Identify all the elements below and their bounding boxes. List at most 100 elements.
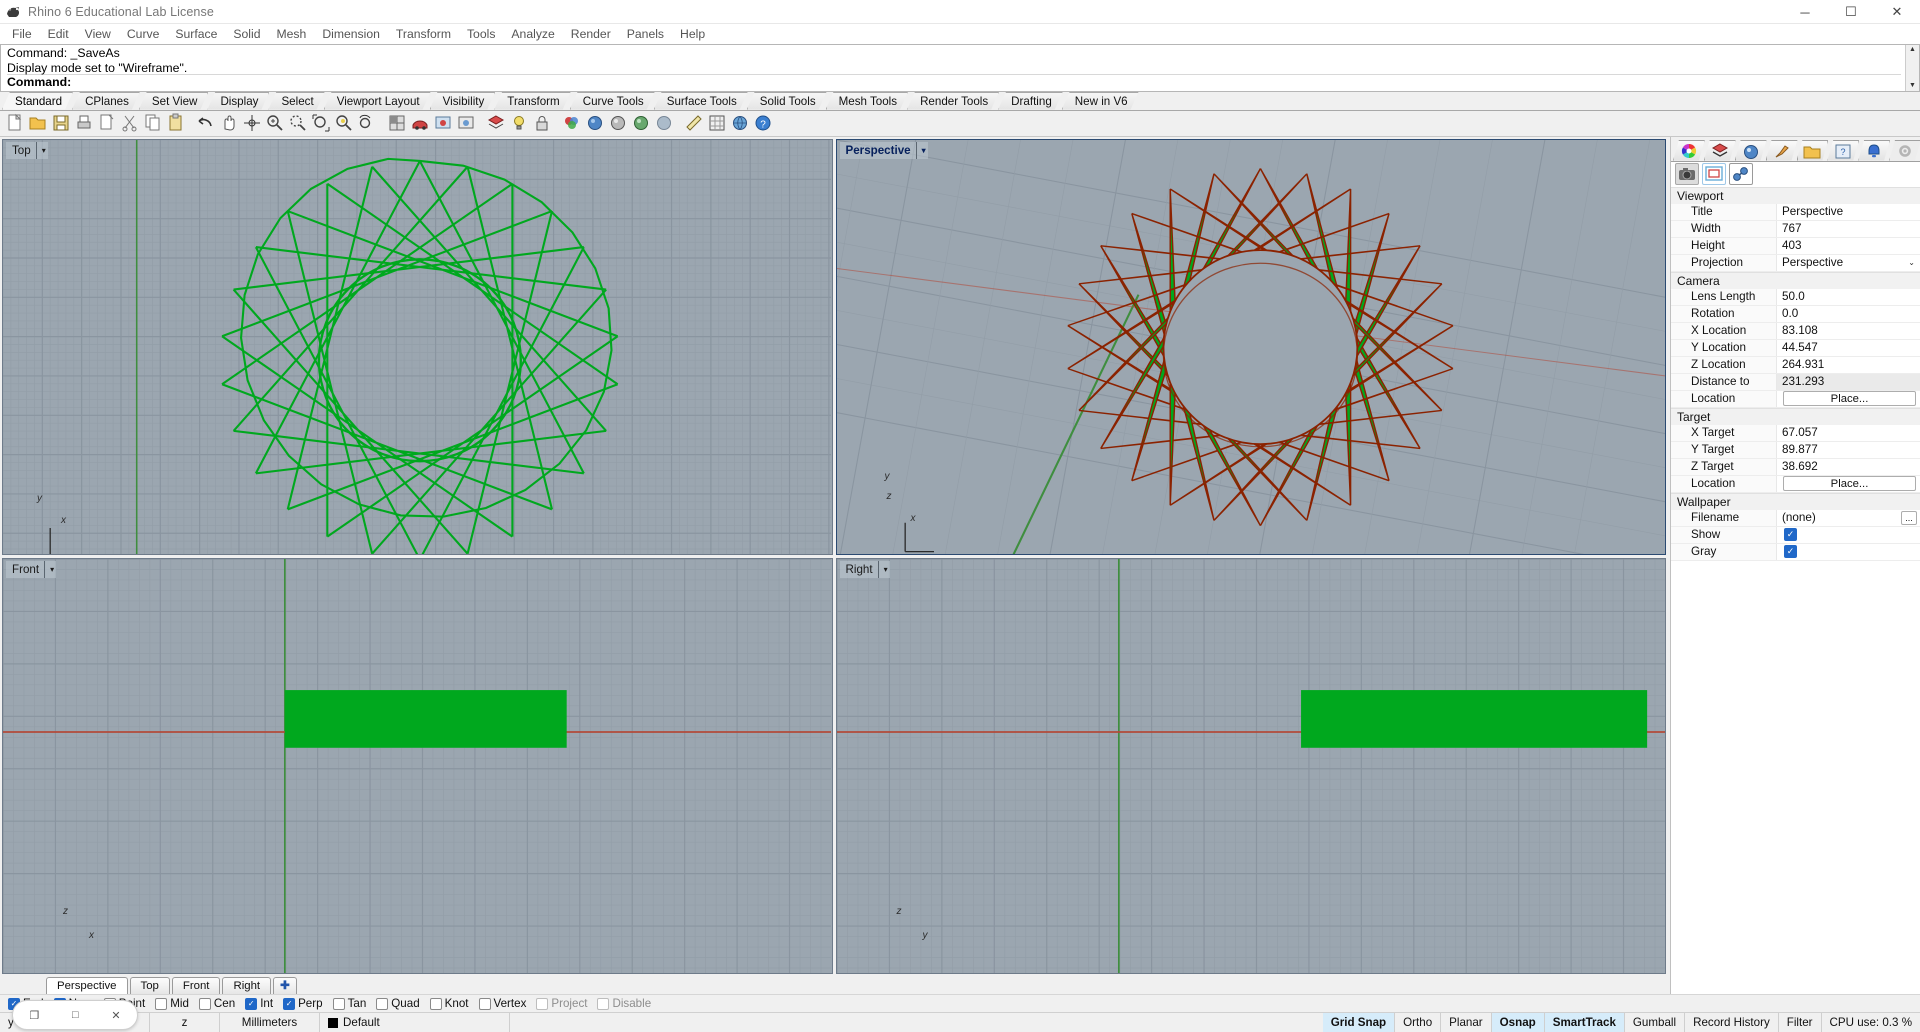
- status-toggle-smarttrack[interactable]: SmartTrack: [1544, 1013, 1625, 1032]
- chevron-down-icon[interactable]: ▾: [44, 560, 54, 578]
- viewport-perspective-label[interactable]: Perspective ▾: [839, 141, 928, 159]
- command-prompt-input[interactable]: Command:: [7, 75, 1901, 90]
- menu-item-edit[interactable]: Edit: [40, 25, 77, 43]
- scroll-down-icon[interactable]: ▼: [1909, 81, 1916, 91]
- panel-row-value[interactable]: Perspective ⌄: [1777, 254, 1920, 271]
- browse-file-button[interactable]: ...: [1901, 511, 1917, 525]
- panel-row-value[interactable]: 0.0: [1777, 305, 1920, 322]
- viewport-tab-right[interactable]: Right: [222, 977, 272, 994]
- globe-icon[interactable]: [729, 112, 751, 134]
- grid-snap-icon[interactable]: [706, 112, 728, 134]
- menu-item-view[interactable]: View: [77, 25, 119, 43]
- osnap-checkbox-tan[interactable]: [332, 997, 345, 1010]
- osnap-project[interactable]: Project: [536, 997, 587, 1010]
- toolbar-tab-transform[interactable]: Transform: [494, 92, 570, 110]
- menu-item-help[interactable]: Help: [672, 25, 713, 43]
- zoom-selected-icon[interactable]: [333, 112, 355, 134]
- osnap-checkbox-perp[interactable]: [283, 997, 296, 1010]
- sphere-shaded-icon[interactable]: [607, 112, 629, 134]
- toolbar-tab-drafting[interactable]: Drafting: [998, 92, 1063, 110]
- maximize-button[interactable]: ☐: [1828, 0, 1874, 24]
- place-button[interactable]: Place...: [1783, 476, 1916, 491]
- menu-item-render[interactable]: Render: [563, 25, 619, 43]
- toolbar-tab-set-view[interactable]: Set View: [139, 92, 209, 110]
- status-toggle-ortho[interactable]: Ortho: [1395, 1013, 1442, 1032]
- zoom-previous-icon[interactable]: [356, 112, 378, 134]
- chevron-down-icon[interactable]: ▾: [877, 560, 888, 578]
- sphere-blue-icon[interactable]: [584, 112, 606, 134]
- panel-row-value[interactable]: 89.877: [1777, 441, 1920, 458]
- toolbar-tab-cplanes[interactable]: CPlanes: [72, 92, 140, 110]
- menu-item-curve[interactable]: Curve: [119, 25, 168, 43]
- osnap-checkbox-knot[interactable]: [429, 997, 442, 1010]
- render-car-icon[interactable]: [409, 112, 431, 134]
- toolbar-tab-viewport-layout[interactable]: Viewport Layout: [324, 92, 431, 110]
- panel-row-value[interactable]: Perspective: [1777, 203, 1920, 220]
- viewport-tab-perspective[interactable]: Perspective: [46, 977, 128, 994]
- floating-taskbar-widget[interactable]: ❐ □ ✕: [12, 1000, 138, 1030]
- menu-item-mesh[interactable]: Mesh: [269, 25, 315, 43]
- panel-row-value[interactable]: 767: [1777, 220, 1920, 237]
- panel-row-value[interactable]: 44.547: [1777, 339, 1920, 356]
- layer-color-swatch[interactable]: [328, 1017, 338, 1028]
- toolbar-tab-surface-tools[interactable]: Surface Tools: [654, 92, 748, 110]
- menu-item-surface[interactable]: Surface: [167, 25, 225, 43]
- panel-row-value[interactable]: 50.0: [1777, 288, 1920, 305]
- viewport-perspective[interactable]: z x y Perspective ▾: [835, 138, 1666, 555]
- copy-to-clipboard-icon[interactable]: [96, 112, 118, 134]
- osnap-quad[interactable]: Quad: [376, 997, 420, 1010]
- osnap-vertex[interactable]: Vertex: [478, 997, 526, 1010]
- viewport-front[interactable]: z x Front ▾: [2, 557, 833, 974]
- panel-tab-notifications-bell[interactable]: [1858, 140, 1890, 161]
- panel-tab-layers[interactable]: [1704, 140, 1736, 161]
- menu-item-dimension[interactable]: Dimension: [314, 25, 388, 43]
- zoom-in-icon[interactable]: [264, 112, 286, 134]
- widget-close-icon[interactable]: ✕: [111, 1009, 120, 1022]
- sphere-ghosted-icon[interactable]: [653, 112, 675, 134]
- command-scrollbar[interactable]: ▲ ▼: [1905, 45, 1919, 91]
- osnap-checkbox-cen[interactable]: [198, 997, 211, 1010]
- panel-tab-properties-color-wheel[interactable]: [1673, 140, 1705, 161]
- panel-tab-render-brush[interactable]: [1766, 140, 1798, 161]
- panel-tab-panel-settings-gear[interactable]: [1889, 140, 1920, 161]
- osnap-checkbox-disable[interactable]: [597, 997, 610, 1010]
- rotate-view-icon[interactable]: [241, 112, 263, 134]
- panel-tab-help-panel[interactable]: ?: [1827, 140, 1859, 161]
- lock-icon[interactable]: [531, 112, 553, 134]
- chevron-down-icon[interactable]: ▾: [915, 141, 926, 159]
- units-indicator[interactable]: Millimeters: [220, 1013, 320, 1032]
- viewport-tab-top[interactable]: Top: [129, 977, 170, 994]
- status-toggle-record-history[interactable]: Record History: [1685, 1013, 1779, 1032]
- status-toggle-gumball[interactable]: Gumball: [1625, 1013, 1686, 1032]
- status-toggle-osnap[interactable]: Osnap: [1491, 1013, 1545, 1032]
- menu-item-file[interactable]: File: [4, 25, 40, 43]
- copy-icon[interactable]: [142, 112, 164, 134]
- viewport-top[interactable]: y x Top ▾: [2, 138, 833, 555]
- cut-scissors-icon[interactable]: [119, 112, 141, 134]
- pan-hand-icon[interactable]: [218, 112, 240, 134]
- new-file-icon[interactable]: [4, 112, 26, 134]
- panel-row-value[interactable]: 264.931: [1777, 356, 1920, 373]
- menu-item-analyze[interactable]: Analyze: [503, 25, 562, 43]
- close-button[interactable]: ✕: [1874, 0, 1920, 24]
- toolbar-tab-render-tools[interactable]: Render Tools: [907, 92, 999, 110]
- osnap-checkbox-vertex[interactable]: [478, 997, 491, 1010]
- zoom-extents-icon[interactable]: [310, 112, 332, 134]
- osnap-int[interactable]: Int: [245, 997, 273, 1010]
- sphere-render-icon[interactable]: [630, 112, 652, 134]
- render-settings-icon[interactable]: [455, 112, 477, 134]
- panel-subtab-object-properties[interactable]: [1729, 163, 1753, 185]
- add-viewport-tab-button[interactable]: ✚: [273, 977, 297, 994]
- panel-row-value[interactable]: 403: [1777, 237, 1920, 254]
- panel-tab-open-folder[interactable]: [1797, 140, 1829, 161]
- panel-row-value[interactable]: (none)...: [1777, 509, 1920, 526]
- viewport-top-label[interactable]: Top ▾: [6, 141, 48, 159]
- lightbulb-icon[interactable]: [508, 112, 530, 134]
- osnap-checkbox-quad[interactable]: [376, 997, 389, 1010]
- undo-icon[interactable]: [195, 112, 217, 134]
- osnap-perp[interactable]: Perp: [283, 997, 323, 1010]
- viewport-right[interactable]: z y Right ▾: [835, 557, 1666, 974]
- panel-subtab-viewport-properties[interactable]: [1702, 163, 1726, 185]
- checkbox-show[interactable]: [1784, 528, 1797, 541]
- measure-icon[interactable]: [683, 112, 705, 134]
